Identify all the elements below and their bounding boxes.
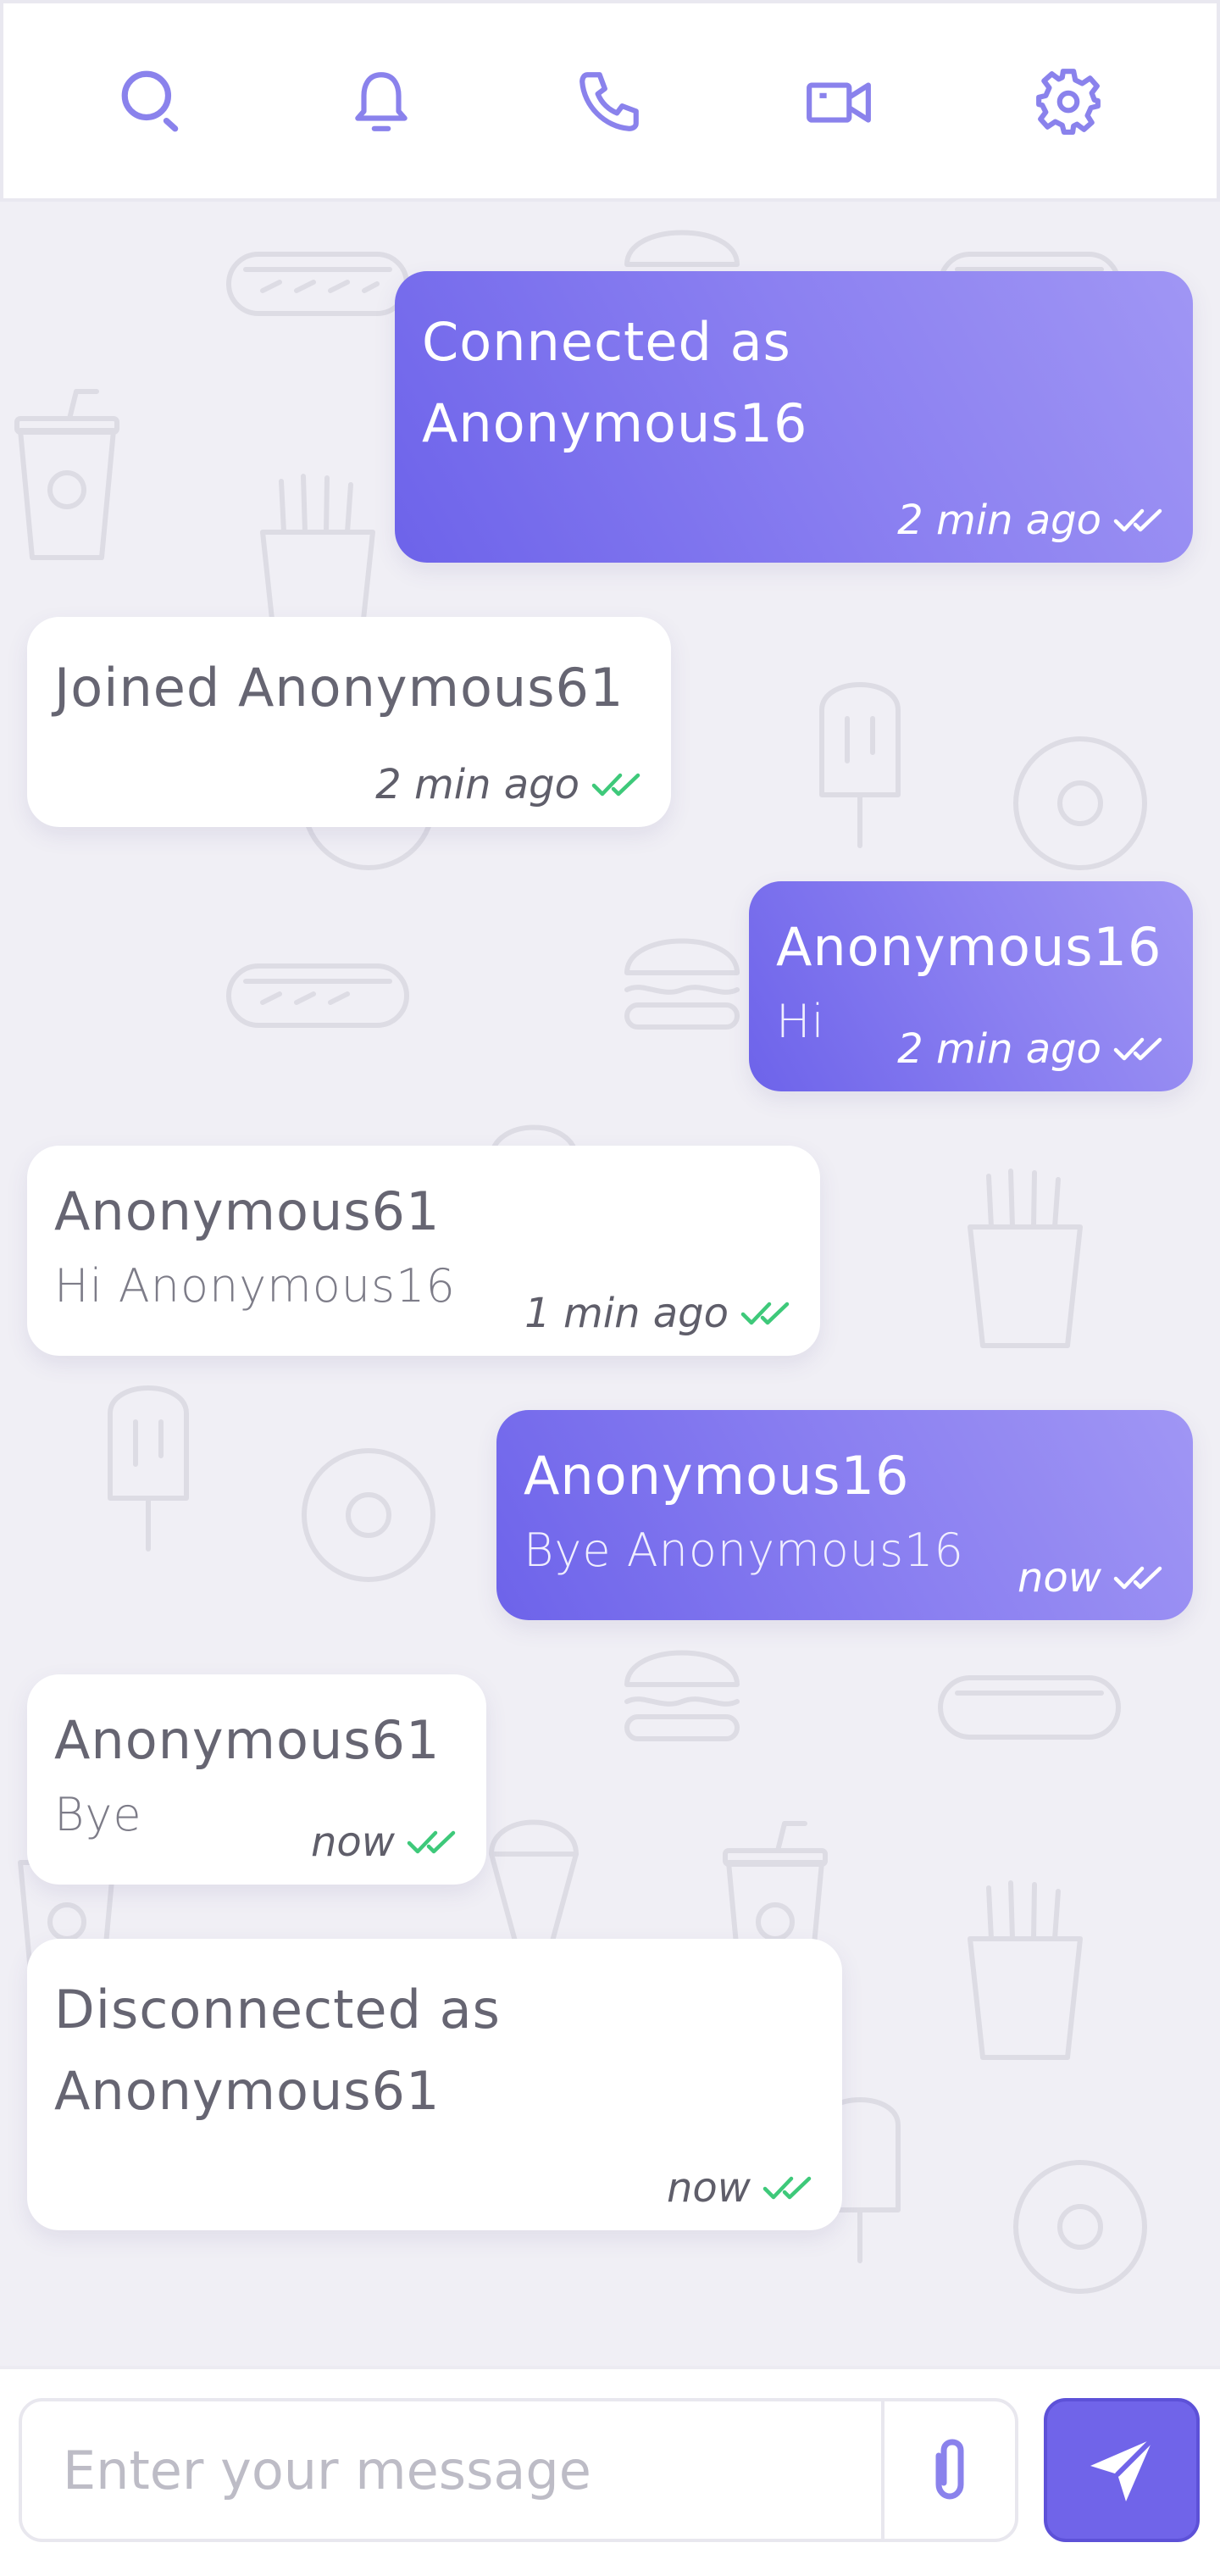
message-time: now [310,1818,395,1866]
message-time: now [666,2164,751,2212]
message-time: now [1017,1554,1101,1602]
message-bubble-incoming: Disconnected as Anonymous61 now [27,1939,842,2230]
message-sender: Anonymous61 [54,1709,441,1771]
settings-button[interactable] [1018,50,1119,152]
message-timestamp: now [1018,1554,1166,1602]
send-button[interactable] [1044,2398,1200,2542]
message-bubble-outgoing: Anonymous16 Hi 2 min ago [749,881,1193,1091]
double-check-icon [740,1302,790,1325]
message-time: 2 min ago [897,497,1101,544]
message-bubble-incoming: Anonymous61 Bye now [27,1674,486,1885]
double-check-icon [1113,508,1162,532]
message-composer [0,2366,1220,2576]
call-button[interactable] [559,50,661,152]
message-timestamp: 2 min ago [897,1025,1166,1073]
message-bubble-incoming: Anonymous61 Hi Anonymous16 1 min ago [27,1146,820,1356]
message-timestamp: now [311,1818,459,1866]
chat-area[interactable]: Connected as Anonymous16 2 min ago Joine… [0,202,1220,2366]
double-check-icon [1113,1037,1162,1061]
top-toolbar [0,0,1220,202]
message-text: Joined Anonymous61 [54,657,624,719]
message-timestamp: 2 min ago [375,761,644,808]
message-bubble-outgoing: Connected as Anonymous16 2 min ago [395,271,1193,563]
message-time: 1 min ago [524,1290,729,1337]
double-check-icon [1113,1566,1162,1590]
paperclip-icon [935,2439,964,2500]
send-icon [1090,2436,1156,2501]
message-timestamp: now [667,2164,815,2212]
message-bubble-outgoing: Anonymous16 Bye Anonymous16 now [496,1410,1193,1620]
notifications-button[interactable] [330,50,432,152]
search-icon [121,70,179,132]
message-bubble-incoming: Joined Anonymous61 2 min ago [27,617,671,827]
message-sender: Anonymous16 [524,1445,910,1507]
video-call-button[interactable] [788,50,890,152]
message-text: Disconnected as Anonymous61 [54,1979,501,2122]
bell-icon [354,72,408,131]
double-check-icon [591,773,640,797]
message-time: 2 min ago [375,761,580,808]
message-text: Connected as Anonymous16 [422,311,808,454]
message-input-wrapper [19,2398,1018,2542]
message-timestamp: 2 min ago [897,497,1166,544]
search-button[interactable] [101,50,202,152]
message-sender: Anonymous16 [776,916,1162,978]
gear-icon [1035,69,1101,135]
double-check-icon [762,2176,812,2200]
message-sender: Anonymous61 [54,1180,441,1242]
message-time: 2 min ago [897,1025,1101,1073]
phone-icon [580,72,639,131]
message-timestamp: 1 min ago [524,1290,793,1337]
video-camera-icon [807,82,872,123]
double-check-icon [407,1830,456,1854]
attach-button[interactable] [881,2401,1015,2539]
message-input[interactable] [22,2401,883,2539]
